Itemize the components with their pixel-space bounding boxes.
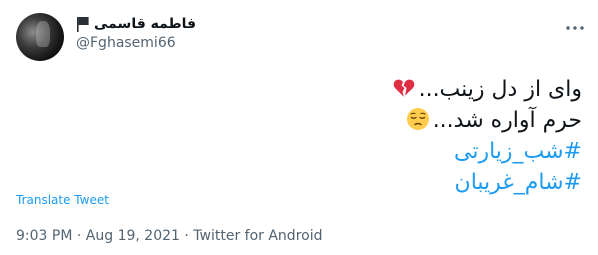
tweet-line-1: وای از دل زینب... — [22, 74, 582, 105]
broken-heart-icon — [393, 79, 414, 97]
tweet-text: وای از دل زینب... حرم آواره شد... #شب_زی… — [22, 74, 582, 198]
avatar[interactable] — [16, 13, 64, 61]
hashtag-link-2[interactable]: #شام_غریبان — [455, 170, 582, 195]
display-name[interactable]: فاطمه قاسمی — [94, 16, 196, 32]
tweet-time[interactable]: 9:03 PM — [16, 228, 72, 244]
user-handle[interactable]: @Fghasemi66 — [76, 35, 176, 51]
translate-tweet-link[interactable]: Translate Tweet — [16, 193, 109, 207]
hashtag-link-1[interactable]: #شب_زیارتی — [454, 139, 582, 164]
tweet-line-2: حرم آواره شد... — [22, 105, 582, 136]
tweet-source: Twitter for Android — [193, 228, 323, 244]
pensive-face-icon — [406, 108, 429, 130]
tweet-metadata: 9:03 PM · Aug 19, 2021 · Twitter for And… — [16, 228, 322, 244]
hashtag-line-1: #شب_زیارتی — [22, 136, 582, 167]
ellipsis-icon — [566, 26, 584, 30]
tweet-line-2-text: حرم آواره شد... — [432, 108, 582, 133]
black-flag-icon — [77, 17, 89, 32]
meta-separator: · — [72, 228, 86, 244]
tweet-line-1-text: وای از دل زینب... — [418, 77, 582, 102]
meta-separator: · — [179, 228, 194, 244]
author-name-row[interactable]: فاطمه قاسمی — [76, 14, 196, 34]
tweet-date[interactable]: Aug 19, 2021 — [86, 228, 180, 244]
more-options-icon[interactable] — [565, 18, 585, 38]
